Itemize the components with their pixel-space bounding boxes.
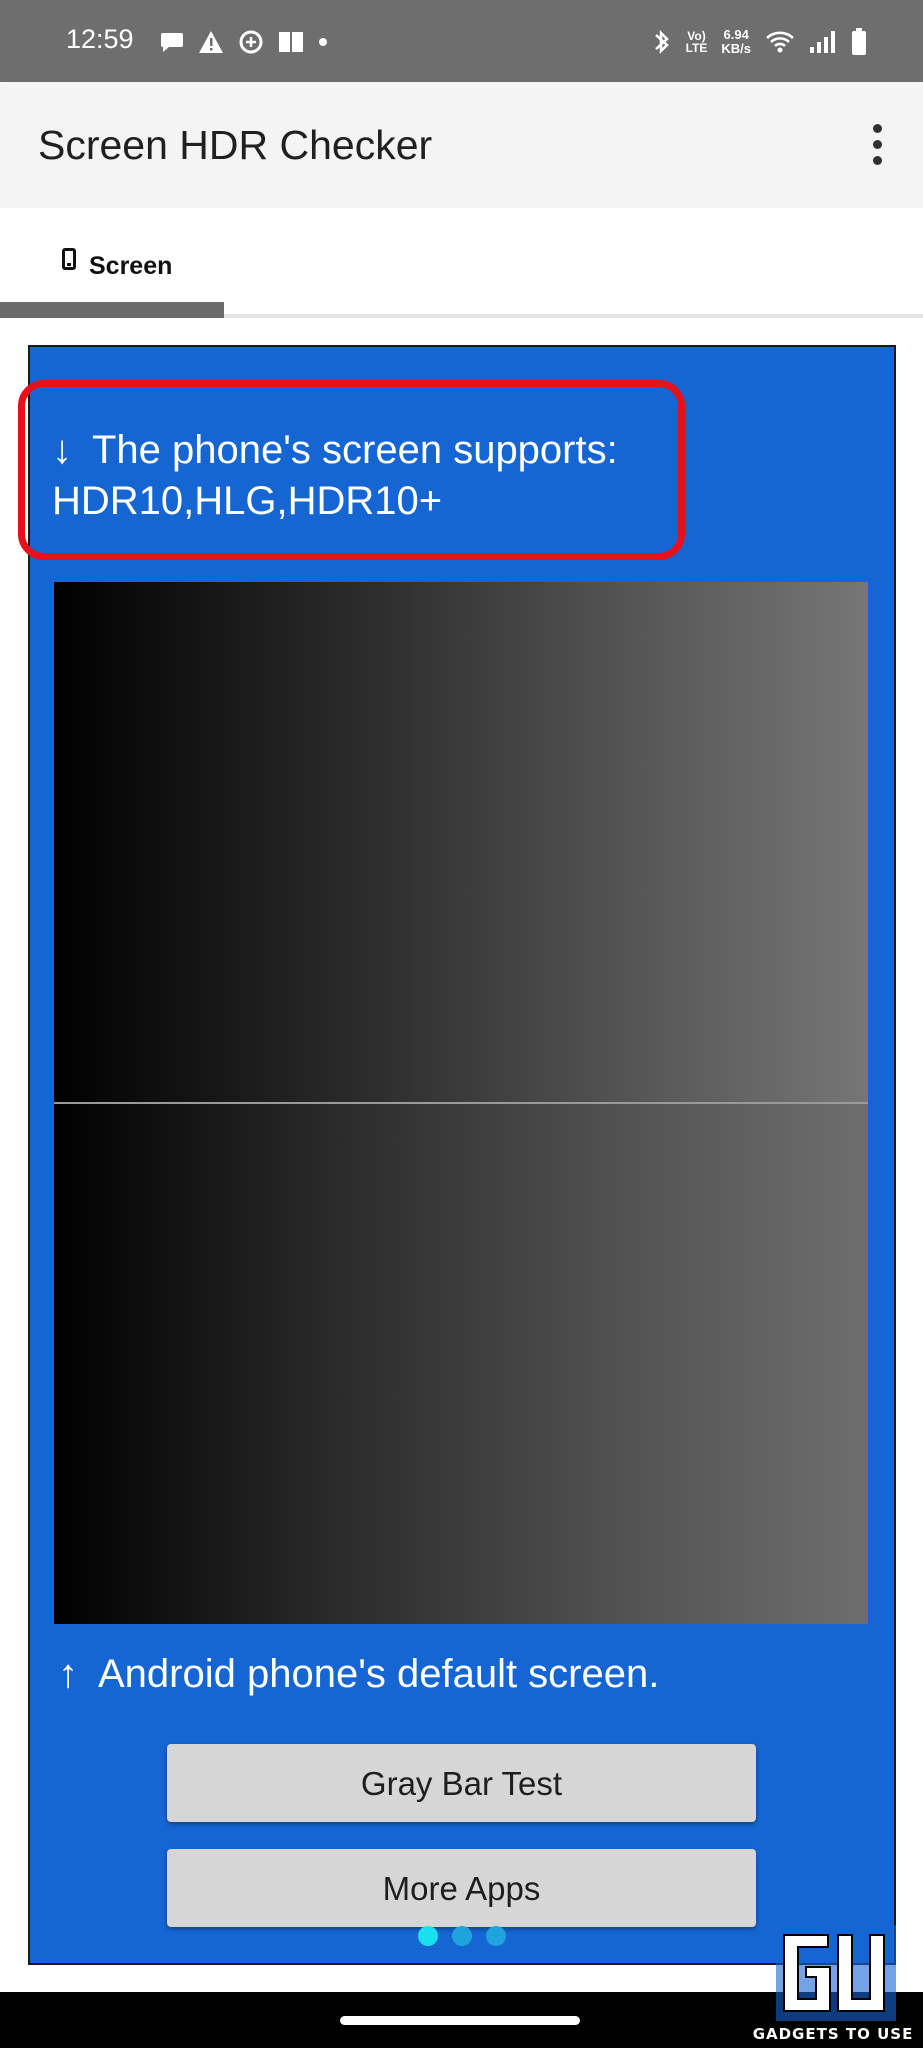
system-icons: Vo) LTE 6.94 KB/s — [652, 22, 867, 62]
app-title: Screen HDR Checker — [38, 122, 433, 168]
watermark-logo: GADGETS TO USE — [748, 1925, 918, 2045]
page-dot-2[interactable] — [452, 1926, 472, 1946]
watermark-text: GADGETS TO USE — [752, 2025, 914, 2043]
phone-icon — [62, 248, 76, 270]
volte-indicator: Vo) LTE — [685, 29, 708, 55]
dot-icon — [318, 37, 328, 47]
gadgets-logo-icon — [776, 1925, 896, 2021]
overflow-menu-icon[interactable] — [871, 124, 883, 168]
tab-divider — [224, 314, 923, 318]
bluetooth-icon — [652, 28, 672, 56]
up-arrow-icon: ↑ — [58, 1652, 78, 1696]
page-indicator — [418, 1926, 506, 1946]
gray-bar-test-button[interactable]: Gray Bar Test — [167, 1744, 756, 1822]
status-bar: 12:59 Vo) LTE 6.94 KB/s — [0, 0, 923, 82]
network-speed: 6.94 KB/s — [721, 27, 751, 56]
gesture-handle[interactable] — [340, 2016, 580, 2025]
hdr-gradient-comparison — [54, 582, 868, 1624]
page-dot-1[interactable] — [418, 1926, 438, 1946]
tab-indicator — [0, 302, 224, 318]
signal-icon — [809, 30, 837, 54]
status-time: 12:59 — [66, 24, 134, 54]
chat-bubble-icon — [160, 31, 184, 53]
tab-screen-label: Screen — [89, 252, 173, 280]
default-label: Android phone's default screen. — [98, 1652, 660, 1696]
book-icon — [278, 31, 304, 53]
hdr-gradient-top — [54, 582, 868, 1102]
notification-icons — [160, 22, 328, 62]
sdr-gradient-bottom — [54, 1104, 868, 1624]
wifi-icon — [765, 30, 795, 54]
default-screen-info: ↑ Android phone's default screen. — [58, 1652, 659, 1697]
warning-icon — [198, 30, 224, 54]
app-bar: Screen HDR Checker — [0, 82, 923, 208]
highlight-box — [18, 380, 685, 560]
battery-icon — [851, 28, 867, 56]
more-apps-button[interactable]: More Apps — [167, 1849, 756, 1927]
page-dot-3[interactable] — [486, 1926, 506, 1946]
sync-icon — [238, 29, 264, 55]
